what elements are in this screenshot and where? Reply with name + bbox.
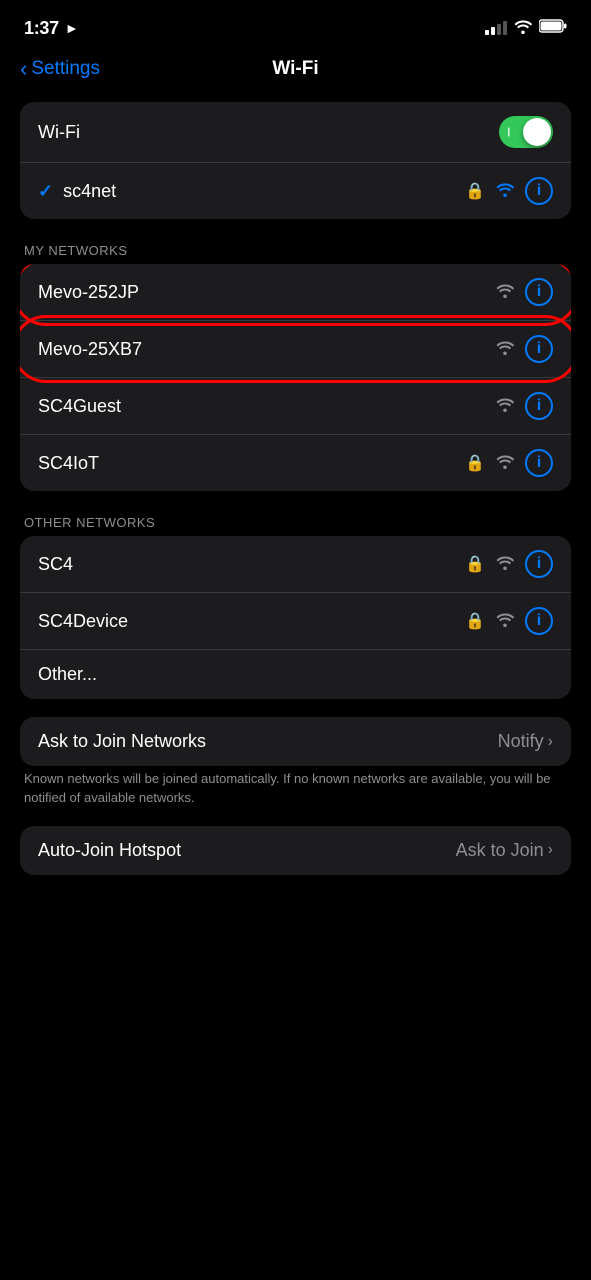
toggle-state-label: I [507,125,511,140]
network-row-sc4guest: SC4Guest i [20,378,571,435]
network-row-sc4: SC4 🔒 i [20,536,571,593]
network-name-sc4device: SC4Device [38,611,128,632]
wifi-toggle-card: Wi-Fi I ✓ sc4net 🔒 i [20,102,571,219]
status-icons [485,18,567,39]
lock-icon-sc4device: 🔒 [465,611,485,631]
ask-to-join-card: Ask to Join Networks Notify › [20,717,571,766]
network-name-other: Other... [38,664,97,685]
network-row-sc4device: SC4Device 🔒 i [20,593,571,650]
location-icon: ► [65,20,79,36]
ask-to-join-row[interactable]: Ask to Join Networks Notify › [20,717,571,766]
nav-bar: ‹ Settings Wi-Fi [0,50,591,92]
wifi-icon-sc4 [495,554,515,575]
lock-icon: 🔒 [465,181,485,201]
connected-network-row: ✓ sc4net 🔒 i [20,163,571,219]
status-bar: 1:37 ► [0,0,591,50]
other-networks-header: OTHER NETWORKS [20,505,571,536]
auto-join-value-container: Ask to Join › [456,840,553,861]
back-label: Settings [31,58,100,80]
wifi-toggle-switch[interactable]: I [499,116,553,148]
status-time: 1:37 [24,18,59,39]
connected-network-name: sc4net [63,181,116,202]
info-button-sc4iot[interactable]: i [525,449,553,477]
info-button-sc4[interactable]: i [525,550,553,578]
auto-join-card: Auto-Join Hotspot Ask to Join › [20,826,571,875]
wifi-icon-mevo-25xb7 [495,339,515,360]
content-area: Wi-Fi I ✓ sc4net 🔒 i [0,92,591,895]
lock-icon-sc4: 🔒 [465,554,485,574]
wifi-toggle-label: Wi-Fi [38,122,80,143]
auto-join-chevron-icon: › [548,841,553,859]
ask-to-join-description: Known networks will be joined automatica… [20,766,571,818]
lock-icon-sc4iot: 🔒 [465,453,485,473]
wifi-toggle-row: Wi-Fi I [20,102,571,163]
info-button-mevo-252jp[interactable]: i [525,278,553,306]
my-networks-card: Mevo-252JP i Mevo-25XB7 [20,264,571,491]
connected-checkmark: ✓ [38,181,53,202]
back-chevron-icon: ‹ [20,56,27,82]
my-networks-header: MY NETWORKS [20,233,571,264]
info-button-mevo-25xb7[interactable]: i [525,335,553,363]
network-row-mevo-25xb7: Mevo-25XB7 i [20,321,571,378]
wifi-icon-mevo-252jp [495,282,515,303]
network-row-mevo-252jp: Mevo-252JP i [20,264,571,321]
wifi-status-icon [513,18,533,39]
wifi-icon-sc4iot [495,453,515,474]
wifi-icon-sc4guest [495,396,515,417]
ask-to-join-value: Notify [498,731,544,752]
connected-wifi-icon [495,181,515,202]
back-button[interactable]: ‹ Settings [20,57,100,82]
network-name-mevo-252jp: Mevo-252JP [38,282,139,303]
auto-join-value: Ask to Join [456,840,544,861]
battery-icon [539,19,567,38]
network-name-sc4: SC4 [38,554,73,575]
auto-join-label: Auto-Join Hotspot [38,840,181,861]
ask-to-join-label: Ask to Join Networks [38,731,206,752]
network-row-sc4iot: SC4IoT 🔒 i [20,435,571,491]
ask-to-join-chevron-icon: › [548,733,553,751]
network-name-sc4iot: SC4IoT [38,453,99,474]
network-name-sc4guest: SC4Guest [38,396,121,417]
info-button-sc4device[interactable]: i [525,607,553,635]
network-name-mevo-25xb7: Mevo-25XB7 [38,339,142,360]
other-networks-card: SC4 🔒 i SC4Device 🔒 [20,536,571,699]
connected-info-button[interactable]: i [525,177,553,205]
page-title: Wi-Fi [272,58,318,80]
ask-to-join-value-container: Notify › [498,731,553,752]
auto-join-row[interactable]: Auto-Join Hotspot Ask to Join › [20,826,571,875]
wifi-icon-sc4device [495,611,515,632]
signal-icon [485,21,507,35]
info-button-sc4guest[interactable]: i [525,392,553,420]
network-row-other[interactable]: Other... [20,650,571,699]
